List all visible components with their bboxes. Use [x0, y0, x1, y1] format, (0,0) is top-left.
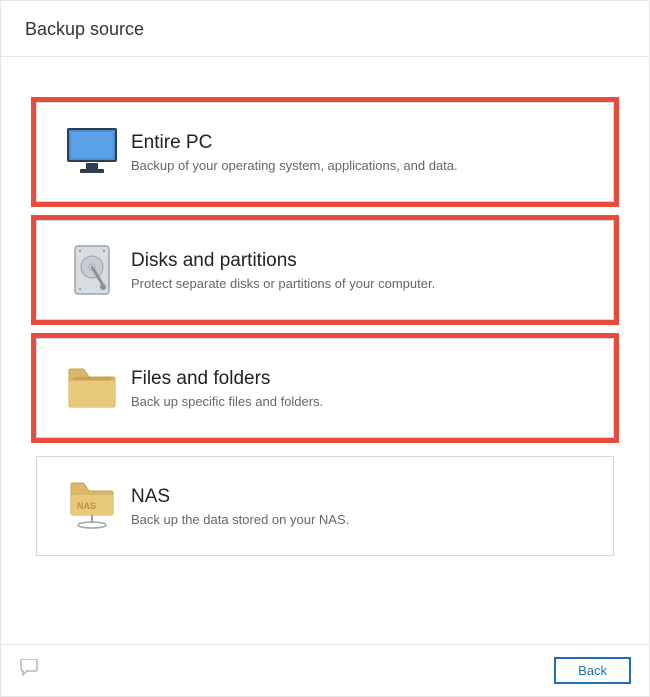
highlight-box: Files and folders Back up specific files…	[31, 333, 619, 443]
highlight-box: Entire PC Backup of your operating syste…	[31, 97, 619, 207]
option-desc: Backup of your operating system, applica…	[131, 158, 597, 173]
option-files[interactable]: Files and folders Back up specific files…	[36, 338, 614, 438]
option-desc: Back up the data stored on your NAS.	[131, 512, 597, 527]
folder-icon	[53, 367, 131, 409]
option-desc: Protect separate disks or partitions of …	[131, 276, 597, 291]
option-wrap: NAS NAS Back up the data stored on your …	[31, 451, 619, 561]
header: Backup source	[1, 1, 649, 57]
chat-icon[interactable]	[19, 659, 39, 682]
option-title: Files and folders	[131, 368, 597, 390]
option-title: NAS	[131, 486, 597, 508]
monitor-icon	[53, 127, 131, 177]
option-entire-pc[interactable]: Entire PC Backup of your operating syste…	[36, 102, 614, 202]
footer: Back	[1, 644, 649, 696]
option-title: Disks and partitions	[131, 250, 597, 272]
option-nas[interactable]: NAS NAS Back up the data stored on your …	[36, 456, 614, 556]
nas-icon: NAS	[53, 481, 131, 531]
option-title: Entire PC	[131, 132, 597, 154]
option-desc: Back up specific files and folders.	[131, 394, 597, 409]
option-disks[interactable]: Disks and partitions Protect separate di…	[36, 220, 614, 320]
page-title: Backup source	[25, 19, 625, 40]
highlight-box: Disks and partitions Protect separate di…	[31, 215, 619, 325]
back-button[interactable]: Back	[554, 657, 631, 684]
svg-text:NAS: NAS	[77, 501, 96, 511]
hard-drive-icon	[53, 245, 131, 295]
options-list: Entire PC Backup of your operating syste…	[1, 57, 649, 644]
